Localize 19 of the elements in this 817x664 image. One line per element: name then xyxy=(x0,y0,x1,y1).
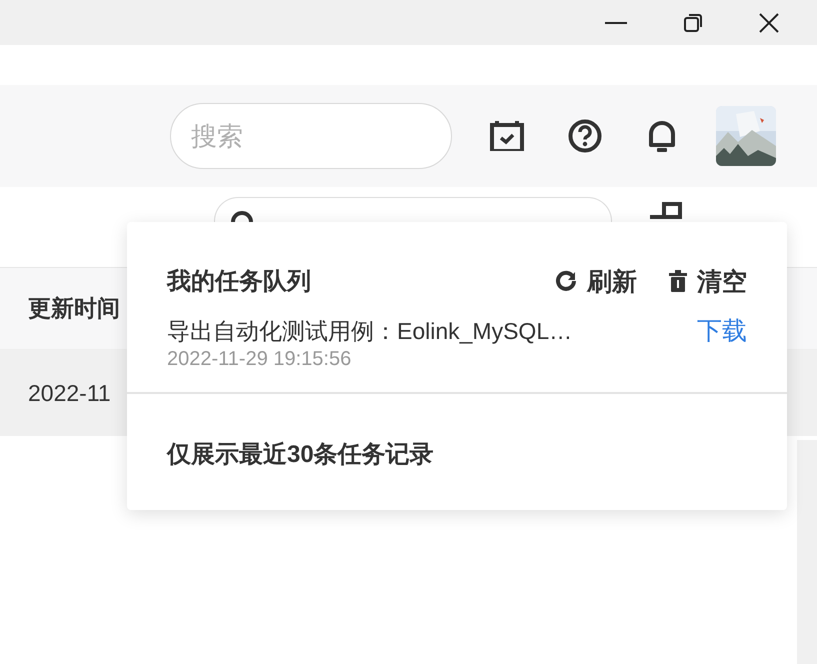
column-header: 更新时间 xyxy=(28,294,120,323)
bell-icon[interactable] xyxy=(646,119,678,153)
task-name: 导出自动化测试用例：Eolink_MySQL… xyxy=(167,317,574,346)
list-icon[interactable] xyxy=(650,202,682,219)
minimize-icon[interactable] xyxy=(605,20,627,24)
search-field[interactable]: 搜索 xyxy=(170,103,452,169)
panel-title: 我的任务队列 xyxy=(167,267,312,297)
task-time: 2022-11-29 19:15:56 xyxy=(167,347,352,372)
refresh-button[interactable]: 刷新 xyxy=(555,264,637,298)
calendar-check-icon[interactable] xyxy=(490,121,524,151)
clear-button[interactable]: 清空 xyxy=(669,264,747,298)
close-icon[interactable] xyxy=(759,12,779,32)
trash-icon xyxy=(669,270,687,292)
download-link[interactable]: 下载 xyxy=(697,316,747,346)
help-icon[interactable] xyxy=(568,119,602,153)
footer-note: 仅展示最近30条任务记录 xyxy=(167,440,434,470)
refresh-icon xyxy=(555,270,577,292)
restore-icon[interactable] xyxy=(683,12,703,32)
table-cell: 2022-11 xyxy=(28,380,111,406)
